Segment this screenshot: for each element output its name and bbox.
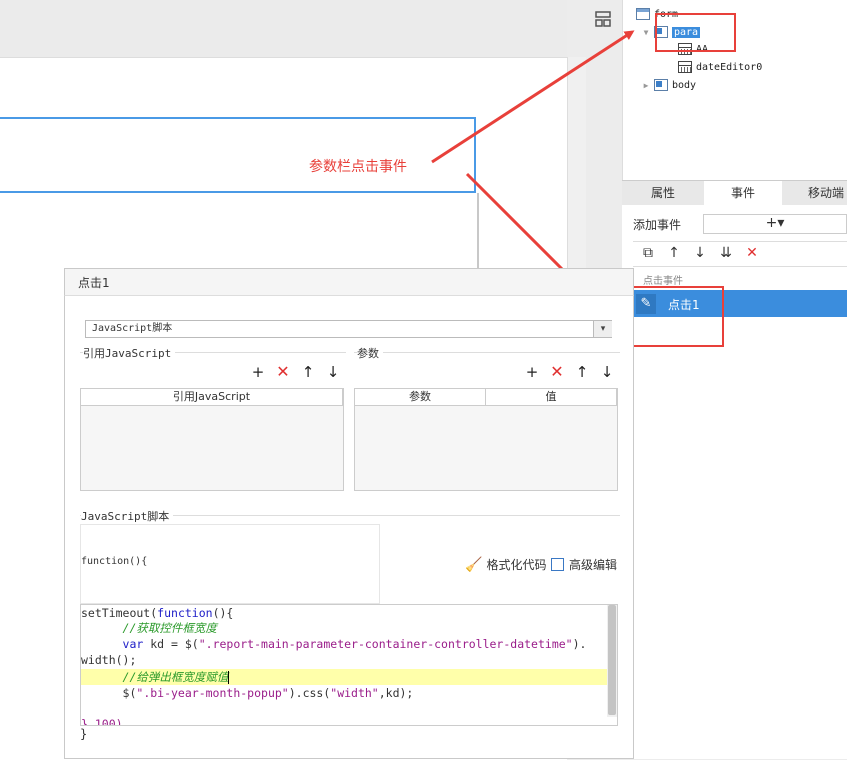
script-section-label: JavaScript脚本 — [81, 508, 174, 524]
code-line-current: //给弹出框宽度赋值 — [81, 669, 607, 685]
add-icon[interactable]: + — [251, 364, 265, 380]
code-line: setTimeout(function(){ — [81, 605, 233, 621]
add-event-label: 添加事件 — [633, 218, 682, 232]
annotation-label: 参数栏点击事件 — [309, 159, 407, 175]
ref-js-section-label: 引用JavaScript — [83, 345, 176, 361]
event-toolbar: ⧉ ↑ ↓ ⇊ ✕ — [633, 241, 847, 267]
tree-node-label: body — [672, 79, 697, 91]
broom-icon: 🧹 — [465, 556, 483, 573]
function-closing-brace: } — [80, 727, 88, 741]
code-text: setTimeout(function(){ — [81, 606, 234, 620]
tree-node-label: dateEditor0 — [696, 61, 763, 73]
editor-scrollbar-thumb[interactable] — [608, 605, 616, 715]
move-bottom-icon[interactable]: ⇊ — [718, 245, 734, 261]
code-text: $(".bi-year-month-popup").css("width",kd… — [81, 686, 414, 700]
move-down-icon[interactable]: ↓ — [326, 364, 340, 380]
function-header: function(){ — [81, 556, 148, 567]
code-line: $(".bi-year-month-popup").css("width",kd… — [81, 685, 414, 701]
edit-box-icon — [551, 558, 564, 571]
tree-node-body[interactable]: ▶ body — [642, 77, 696, 93]
add-icon[interactable]: + — [525, 364, 539, 380]
ref-js-table[interactable]: 引用JavaScript — [80, 388, 344, 491]
property-tabs: 属性 事件 移动端 — [622, 180, 847, 206]
dialog-header — [64, 268, 634, 296]
collapse-arrow-icon[interactable]: ▼ — [642, 28, 650, 37]
calendar-icon — [678, 61, 692, 73]
column-header: 引用JavaScript — [81, 389, 343, 405]
code-text: },100) — [81, 717, 123, 726]
annotation-box-event — [624, 286, 724, 347]
event-group-label: 点击事件 — [643, 276, 683, 287]
move-down-icon[interactable]: ↓ — [692, 245, 708, 261]
format-code-button[interactable]: 🧹 格式化代码 — [465, 556, 546, 573]
form-icon — [636, 8, 650, 20]
move-up-icon[interactable]: ↑ — [666, 245, 682, 261]
chevron-down-icon[interactable]: ▾ — [593, 321, 612, 337]
add-event-dropdown[interactable]: +▾ — [703, 214, 847, 234]
code-line: var kd = $(".report-main-parameter-conta… — [81, 636, 587, 652]
advanced-edit-label: 高级编辑 — [569, 558, 618, 572]
column-header: 参数 — [355, 389, 486, 405]
code-text: var kd = $(".report-main-parameter-conta… — [122, 637, 587, 651]
layout-icon[interactable] — [595, 11, 611, 27]
code-line: //获取控件框宽度 — [81, 620, 217, 636]
move-down-icon[interactable]: ↓ — [600, 364, 614, 380]
table-header: 参数 值 — [355, 389, 617, 406]
table-header: 引用JavaScript — [81, 389, 343, 406]
canvas-divider — [477, 193, 479, 273]
code-editor[interactable]: setTimeout(function(){ //获取控件框宽度 var kd … — [80, 604, 618, 726]
text-cursor — [228, 671, 230, 684]
annotation-box-para — [655, 13, 736, 52]
column-header: 值 — [486, 389, 617, 405]
params-section-label: 参数 — [357, 345, 383, 361]
section-divider — [354, 352, 620, 353]
body-icon — [654, 79, 668, 91]
move-up-icon[interactable]: ↑ — [575, 364, 589, 380]
expand-arrow-icon[interactable]: ▶ — [642, 81, 650, 90]
code-text: //获取控件框宽度 — [81, 621, 217, 635]
canvas-top-strip — [0, 0, 567, 57]
tab-mobile[interactable]: 移动端 — [782, 181, 847, 205]
move-up-icon[interactable]: ↑ — [301, 364, 315, 380]
code-line: width(); — [81, 652, 136, 668]
tab-events[interactable]: 事件 — [704, 181, 782, 205]
delete-icon[interactable]: ✕ — [276, 364, 290, 380]
delete-icon[interactable]: ✕ — [744, 245, 760, 261]
tree-node-dateeditor[interactable]: dateEditor0 — [678, 59, 762, 75]
copy-icon[interactable]: ⧉ — [640, 245, 656, 261]
para-block-selected[interactable] — [0, 117, 476, 193]
tab-properties[interactable]: 属性 — [622, 181, 704, 205]
code-line: },100) — [81, 716, 123, 726]
delete-icon[interactable]: ✕ — [550, 364, 564, 380]
code-text: //给弹出框宽度赋值 — [81, 670, 229, 684]
format-code-label: 格式化代码 — [486, 558, 547, 572]
params-table[interactable]: 参数 值 — [354, 388, 618, 491]
code-text: width(); — [81, 653, 137, 667]
script-type-select[interactable]: JavaScript脚本 — [85, 320, 612, 338]
advanced-edit-button[interactable]: 高级编辑 — [551, 556, 617, 573]
dialog-title: 点击1 — [78, 276, 110, 290]
